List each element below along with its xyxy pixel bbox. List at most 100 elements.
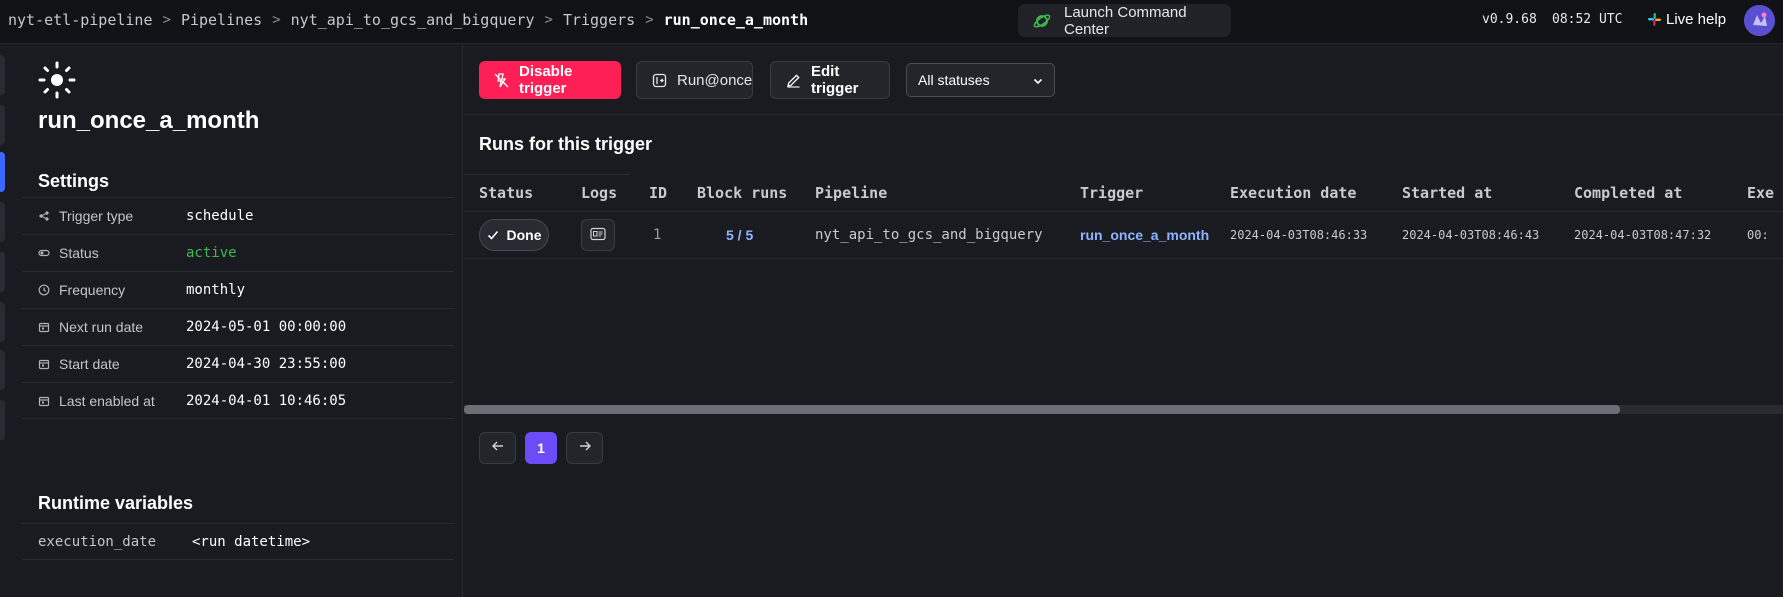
top-header: nyt-etl-pipeline > Pipelines > nyt_api_t… [0, 0, 1783, 44]
check-icon [487, 229, 499, 241]
panel-divider [462, 45, 463, 597]
setting-label: Trigger type [59, 208, 134, 224]
trigger-link[interactable]: run_once_a_month [1080, 211, 1209, 259]
runs-heading: Runs for this trigger [479, 134, 653, 154]
toggle-icon [38, 247, 50, 259]
setting-value-status: active [186, 245, 237, 261]
run-once-button[interactable]: Run@once [636, 61, 753, 99]
chevron-right-icon: > [645, 12, 654, 28]
breadcrumb-triggers[interactable]: Triggers [563, 11, 635, 29]
edit-trigger-label: Edit trigger [811, 63, 859, 97]
nav-rail-item[interactable] [0, 202, 5, 242]
run-id: 1 [653, 227, 662, 243]
chevron-right-icon: > [544, 12, 553, 28]
settings-table: Trigger type schedule Status active Freq… [22, 197, 454, 419]
nav-rail-item[interactable] [0, 302, 5, 342]
setting-value: 2024-04-01 10:46:05 [186, 392, 347, 409]
live-help-link[interactable]: Live help [1648, 11, 1726, 28]
nav-rail-item[interactable] [0, 55, 5, 95]
breadcrumb-project[interactable]: nyt-etl-pipeline [8, 11, 153, 29]
nav-rail-item[interactable] [0, 400, 5, 440]
column-header: Trigger [1080, 184, 1144, 202]
column-header: Status [479, 184, 534, 202]
setting-value: 2024-04-30 23:55:00 [186, 356, 347, 372]
status-cell: Done [479, 211, 549, 259]
avatar[interactable] [1744, 5, 1775, 36]
column-header: Started at [1402, 184, 1493, 202]
breadcrumb-pipeline[interactable]: nyt_api_to_gcs_and_bigquery [291, 11, 535, 29]
setting-value: monthly [186, 282, 246, 298]
slack-icon [1648, 13, 1661, 26]
chevron-down-icon [1032, 74, 1044, 86]
runtime-variables-heading: Runtime variables [38, 493, 194, 513]
clock-label: 08:52 UTC [1552, 12, 1623, 27]
column-header: Completed at [1574, 184, 1683, 202]
status-label: Done [506, 227, 542, 243]
nav-rail-item[interactable] [0, 105, 5, 145]
runtime-variable-value: <run datetime> [192, 533, 311, 550]
column-header: Exe [1747, 184, 1775, 202]
scrollbar-thumb[interactable] [464, 405, 1620, 414]
runtime-variable-name: execution_date [38, 533, 157, 550]
row-divider [464, 258, 1783, 259]
share-icon [38, 210, 50, 222]
block-runs-link[interactable]: 5 / 5 [726, 211, 753, 259]
setting-label: Frequency [59, 282, 126, 298]
logs-icon [590, 227, 606, 244]
pipeline-name: nyt_api_to_gcs_and_bigquery [815, 227, 1043, 243]
column-header: Logs [581, 184, 618, 202]
execution-time: 00: [1747, 228, 1769, 242]
nav-rail-item-active[interactable] [0, 152, 5, 192]
trigger-detail-panel: run_once_a_month Settings Trigger type s… [22, 45, 462, 597]
previous-page-button[interactable] [479, 432, 516, 464]
edit-trigger-button[interactable]: Edit trigger [770, 61, 890, 99]
breadcrumb: nyt-etl-pipeline > Pipelines > nyt_api_t… [8, 0, 808, 40]
left-nav-rail [0, 45, 12, 597]
status-filter-value: All statuses [918, 72, 990, 88]
setting-label: Status [59, 245, 99, 261]
setting-row-last-enabled: Last enabled at 2024-04-01 10:46:05 [22, 382, 454, 419]
setting-value: schedule [186, 208, 254, 224]
settings-heading: Settings [38, 171, 110, 191]
version-label: v0.9.68 [1482, 12, 1537, 27]
disable-trigger-label: Disable trigger [519, 63, 573, 97]
pause-icon [494, 72, 509, 88]
column-header: Block runs [697, 184, 788, 202]
nav-rail-item[interactable] [0, 350, 5, 390]
setting-row-status: Status active [22, 234, 454, 271]
calendar-icon [38, 395, 50, 407]
setting-label: Start date [59, 356, 120, 372]
run-once-label: Run@once [677, 71, 753, 89]
column-header: Pipeline [815, 184, 888, 202]
setting-row-next-run: Next run date 2024-05-01 00:00:00 [22, 308, 454, 345]
arrow-right-icon [578, 439, 592, 458]
calendar-icon [38, 321, 50, 333]
launch-command-center-button[interactable]: Launch Command Center [1018, 4, 1231, 38]
setting-row-trigger-type: Trigger type schedule [22, 197, 454, 234]
arrow-left-icon [491, 439, 505, 458]
runtime-variable-row: execution_date <run datetime> [22, 523, 454, 560]
completed-at: 2024-04-03T08:47:32 [1574, 228, 1712, 242]
calendar-icon [38, 358, 50, 370]
page-button-current[interactable]: 1 [525, 432, 557, 464]
setting-row-start-date: Start date 2024-04-30 23:55:00 [22, 345, 454, 382]
disable-trigger-button[interactable]: Disable trigger [479, 61, 621, 99]
trigger-toolbar: Disable trigger Run@once Edit trigger Al… [464, 45, 1783, 115]
logs-button[interactable] [581, 219, 615, 251]
breadcrumb-current: run_once_a_month [663, 11, 809, 29]
horizontal-scrollbar[interactable] [464, 405, 1783, 414]
started-at: 2024-04-03T08:46:43 [1402, 228, 1540, 242]
breadcrumb-pipelines[interactable]: Pipelines [181, 11, 262, 29]
sun-icon [38, 61, 76, 99]
logs-cell [581, 211, 615, 259]
chevron-right-icon: > [162, 12, 171, 28]
column-header: Execution date [1230, 184, 1357, 202]
status-filter-select[interactable]: All statuses [906, 63, 1055, 97]
chevron-right-icon: > [272, 12, 281, 28]
runs-table: Status Logs ID Block runs Pipeline Trigg… [464, 175, 1783, 405]
status-badge[interactable]: Done [479, 219, 549, 251]
live-help-label: Live help [1666, 11, 1727, 28]
nav-rail-item[interactable] [0, 252, 5, 292]
next-page-button[interactable] [566, 432, 603, 464]
pencil-icon [786, 73, 801, 88]
